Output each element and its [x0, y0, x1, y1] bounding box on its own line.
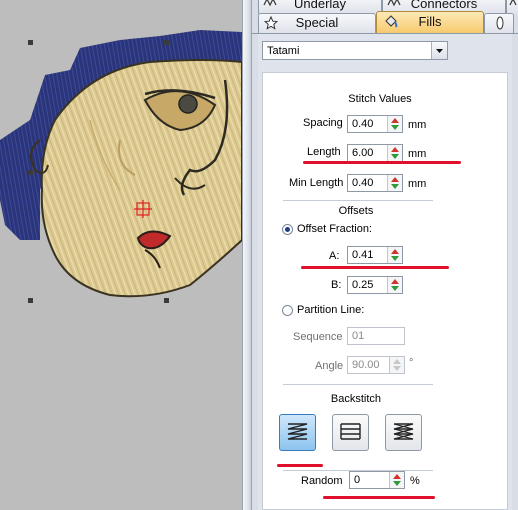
spin-arrows-icon	[391, 147, 399, 159]
spacing-value: 0.40	[352, 118, 374, 130]
min-length-label: Min Length	[289, 177, 344, 189]
spacing-spin-buttons[interactable]	[387, 116, 402, 132]
properties-panel: Underlay Connectors Special Fills Tatami	[252, 0, 518, 510]
spin-arrows-icon	[391, 279, 399, 291]
selection-handle-top-left[interactable]	[28, 40, 33, 45]
offset-a-value: 0.41	[352, 249, 374, 261]
tab-underlay[interactable]: Underlay	[258, 0, 382, 14]
backstitch-zigzag-icon	[287, 423, 308, 440]
random-label: Random	[301, 475, 343, 487]
section-divider	[283, 200, 433, 201]
tab-underlay-label: Underlay	[293, 0, 347, 11]
random-spin-buttons[interactable]	[389, 472, 404, 488]
needle-icon	[496, 16, 504, 30]
offset-a-label: A:	[329, 250, 340, 262]
min-length-unit: mm	[408, 178, 427, 190]
length-value: 6.00	[352, 147, 374, 159]
tab-fills[interactable]: Fills	[376, 11, 484, 34]
radio-selected-dot	[285, 227, 290, 232]
selection-handle-bottom-left[interactable]	[28, 298, 33, 303]
tab-special-label: Special	[295, 15, 339, 30]
spacing-label: Spacing	[303, 117, 343, 129]
length-unit: mm	[408, 148, 427, 160]
tab-overflow[interactable]	[506, 0, 518, 14]
backstitch-highlight-underline	[277, 464, 323, 467]
fill-settings-group: Stitch Values Spacing 0.40 mm Length 6.0…	[262, 72, 508, 510]
spin-arrows-icon	[393, 359, 401, 371]
min-length-value: 0.40	[352, 177, 374, 189]
selection-handle-top-middle[interactable]	[164, 40, 169, 45]
fill-type-value: Tatami	[267, 45, 300, 57]
backstitch-heading: Backstitch	[330, 393, 382, 405]
spin-arrows-icon	[391, 118, 399, 130]
backstitch-option-2[interactable]	[332, 414, 369, 451]
partition-line-label: Partition Line:	[297, 304, 365, 316]
offset-b-spinbox[interactable]: 0.25	[347, 276, 403, 294]
dropdown-button[interactable]	[431, 42, 447, 59]
spacing-spinbox[interactable]: 0.40	[347, 115, 403, 133]
offsets-heading: Offsets	[338, 205, 374, 217]
chevron-down-icon	[436, 49, 443, 53]
spin-arrows-icon	[391, 249, 399, 261]
sequence-field[interactable]: 01	[347, 327, 405, 345]
offset-b-spin-buttons[interactable]	[387, 277, 402, 293]
backstitch-option-1[interactable]	[279, 414, 316, 451]
length-spinbox[interactable]: 6.00	[347, 144, 403, 162]
tab-more[interactable]	[484, 13, 514, 33]
panel-splitter[interactable]	[242, 0, 252, 510]
tab-special[interactable]: Special	[258, 13, 376, 33]
offset-a-spinbox[interactable]: 0.41	[347, 246, 403, 264]
random-highlight-underline	[323, 496, 435, 499]
backstitch-parallel-icon	[340, 423, 361, 440]
embroidery-face-design[interactable]	[0, 0, 242, 510]
length-highlight-underline	[303, 161, 461, 164]
random-value: 0	[354, 474, 361, 486]
offset-b-value: 0.25	[352, 279, 374, 291]
section-divider	[283, 384, 433, 385]
angle-value: 90.00	[352, 359, 380, 371]
sequence-value: 01	[352, 330, 365, 342]
spacing-unit: mm	[408, 119, 427, 131]
random-spinbox[interactable]: 0	[349, 471, 405, 489]
backstitch-option-3[interactable]	[385, 414, 422, 451]
min-length-spinbox[interactable]: 0.40	[347, 174, 403, 192]
design-canvas[interactable]	[0, 0, 242, 510]
tab-fills-label: Fills	[418, 14, 442, 29]
angle-label: Angle	[315, 360, 344, 372]
offset-a-spin-buttons[interactable]	[387, 247, 402, 263]
angle-spin-buttons[interactable]	[389, 357, 404, 373]
angle-unit: °	[409, 357, 414, 369]
partition-line-radio[interactable]	[282, 305, 293, 316]
offset-b-label: B:	[331, 279, 342, 291]
tab-connectors-label: Connectors	[410, 0, 478, 11]
offset-fraction-label: Offset Fraction:	[297, 223, 372, 235]
stitch-values-heading: Stitch Values	[348, 93, 412, 105]
random-unit: %	[410, 475, 420, 487]
min-length-spin-buttons[interactable]	[387, 175, 402, 191]
selection-handle-bottom-middle[interactable]	[164, 298, 169, 303]
offset-fraction-radio[interactable]	[282, 224, 293, 235]
length-spin-buttons[interactable]	[387, 145, 402, 161]
length-label: Length	[307, 146, 341, 158]
fill-type-dropdown[interactable]: Tatami	[262, 41, 448, 60]
overflow-icon	[509, 0, 517, 6]
backstitch-zigzag-alt-icon	[393, 423, 414, 440]
sequence-label: Sequence	[293, 331, 343, 343]
angle-spinbox[interactable]: 90.00	[347, 356, 405, 374]
spin-arrows-icon	[391, 177, 399, 189]
spin-arrows-icon	[393, 474, 401, 486]
offset-a-highlight-underline	[301, 266, 449, 269]
selection-handle-middle-left[interactable]	[28, 170, 33, 175]
